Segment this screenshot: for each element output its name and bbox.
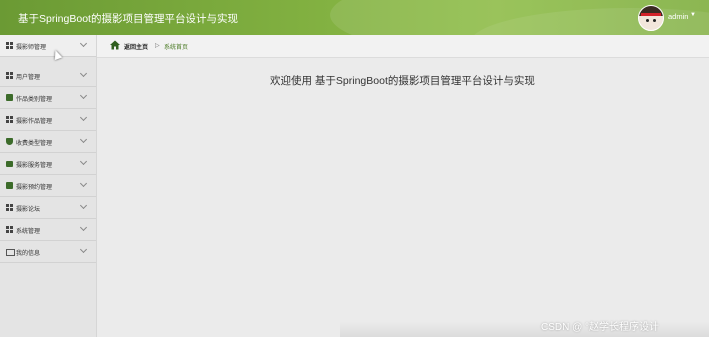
sidebar-item-label: 我的信息 xyxy=(16,251,41,257)
chevron-down-icon xyxy=(79,157,88,166)
welcome-message: 欢迎使用 基于SpringBoot的摄影项目管理平台设计与实现 xyxy=(270,75,535,87)
sidebar: 摄影师管理 用户管理 作品类别管理 摄影作品管理 收费类型管理 摄影服务管理 摄… xyxy=(0,35,97,337)
chevron-down-icon xyxy=(79,245,88,254)
sidebar-item-label: 摄影预约管理 xyxy=(16,185,53,191)
sidebar-item-photo-service-management[interactable]: 摄影服务管理 xyxy=(0,153,96,175)
chevron-down-icon xyxy=(79,135,88,144)
grid-icon xyxy=(6,116,13,123)
sidebar-item-photographer-management[interactable]: 摄影师管理 xyxy=(0,35,96,57)
chevron-down-icon xyxy=(79,39,88,48)
breadcrumb: 返回主页 ▷ 系统首页 xyxy=(97,35,709,58)
chevron-down-icon xyxy=(79,179,88,188)
sidebar-item-label: 作品类别管理 xyxy=(16,97,53,103)
sidebar-item-user-management[interactable]: 用户管理 xyxy=(0,65,96,87)
sidebar-item-my-info[interactable]: 我的信息 xyxy=(0,241,96,263)
chevron-down-icon[interactable]: ▼ xyxy=(690,12,696,18)
briefcase-icon xyxy=(6,161,13,167)
sidebar-item-photo-forum[interactable]: 摄影论坛 xyxy=(0,197,96,219)
sidebar-item-work-category-management[interactable]: 作品类别管理 xyxy=(0,87,96,109)
chevron-down-icon xyxy=(79,223,88,232)
shield-icon xyxy=(6,138,13,145)
chevron-down-icon xyxy=(79,113,88,122)
breadcrumb-home-link[interactable]: 返回主页 xyxy=(124,42,148,51)
avatar[interactable] xyxy=(638,5,664,31)
breadcrumb-current: 系统首页 xyxy=(164,45,189,51)
breadcrumb-separator-icon: ▷ xyxy=(155,42,160,49)
sidebar-item-label: 用户管理 xyxy=(16,75,41,81)
book-icon xyxy=(6,94,13,101)
sidebar-item-label: 摄影论坛 xyxy=(16,207,41,213)
sidebar-item-photo-booking-management[interactable]: 摄影预约管理 xyxy=(0,175,96,197)
grid-icon xyxy=(6,42,13,49)
top-header: 基于SpringBoot的摄影项目管理平台设计与实现 admin ▼ xyxy=(0,0,709,35)
sidebar-item-label: 摄影作品管理 xyxy=(16,119,53,125)
sidebar-item-photo-work-management[interactable]: 摄影作品管理 xyxy=(0,109,96,131)
book-icon xyxy=(6,182,13,189)
sidebar-item-fee-type-management[interactable]: 收费类型管理 xyxy=(0,131,96,153)
sidebar-item-label: 摄影服务管理 xyxy=(16,163,53,169)
chevron-down-icon xyxy=(79,91,88,100)
sidebar-item-system-management[interactable]: 系统管理 xyxy=(0,219,96,241)
app-title: 基于SpringBoot的摄影项目管理平台设计与实现 xyxy=(18,13,238,25)
chevron-down-icon xyxy=(79,201,88,210)
sidebar-item-label: 摄影师管理 xyxy=(16,45,47,51)
watermark: CSDN @ °赵学长程序设计 xyxy=(541,322,660,333)
grid-icon xyxy=(6,226,13,233)
chevron-down-icon xyxy=(79,69,88,78)
card-icon xyxy=(6,249,15,256)
grid-icon xyxy=(6,204,13,211)
sidebar-item-label: 收费类型管理 xyxy=(16,141,53,147)
sidebar-item-label: 系统管理 xyxy=(16,229,41,235)
home-icon[interactable] xyxy=(110,40,120,50)
user-menu-name[interactable]: admin xyxy=(668,12,688,21)
grid-icon xyxy=(6,72,13,79)
